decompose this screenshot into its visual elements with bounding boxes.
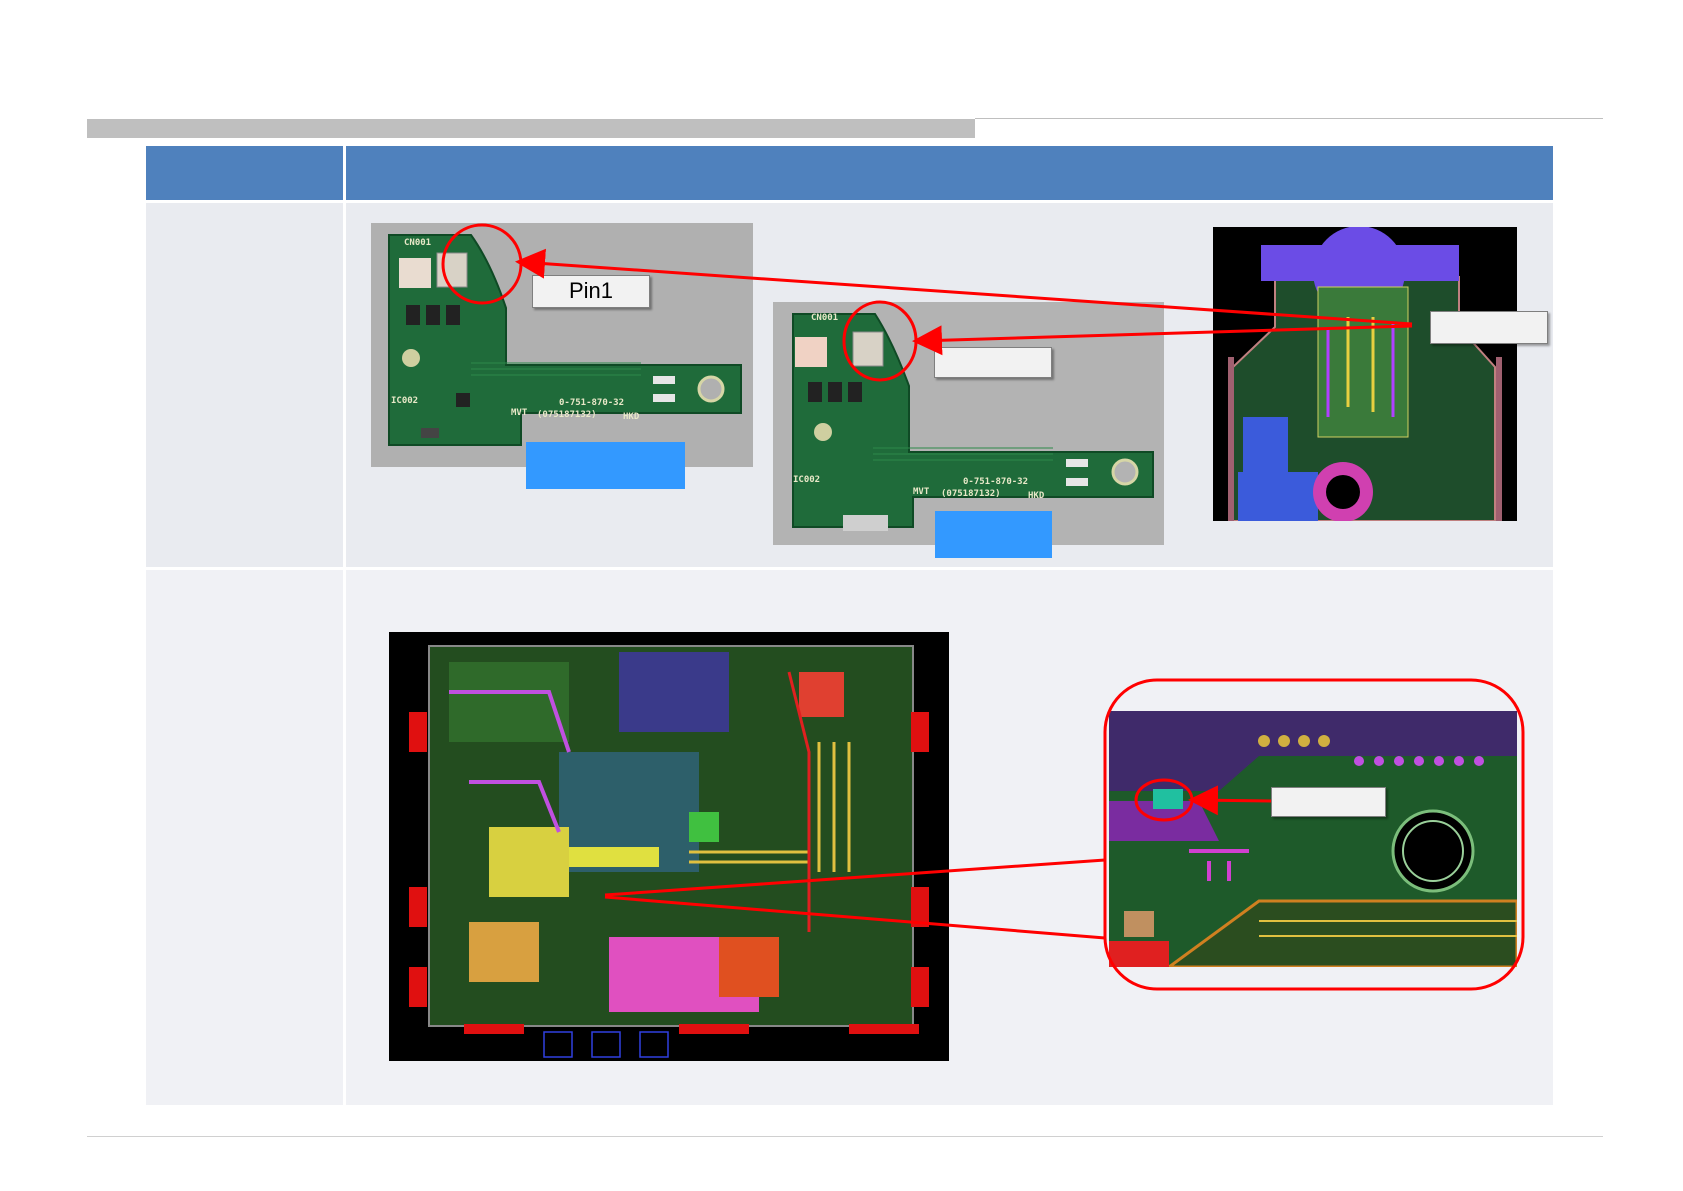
blank-callout-photo2 bbox=[934, 347, 1052, 378]
svg-text:0-751-870-32: 0-751-870-32 bbox=[559, 398, 624, 408]
blue-label-top bbox=[526, 442, 685, 489]
svg-text:0-751-870-32: 0-751-870-32 bbox=[963, 477, 1028, 487]
pcb-layout-zoom bbox=[1109, 711, 1517, 967]
row1-label-cell bbox=[146, 203, 343, 567]
pcb-photo-top: CN001 IC002 0-751-870-32 (075187132) MVT… bbox=[371, 223, 753, 467]
svg-text:(075187132): (075187132) bbox=[537, 410, 597, 420]
svg-text:IC002: IC002 bbox=[793, 475, 820, 485]
svg-text:HKD: HKD bbox=[623, 412, 640, 422]
table-header-cell-1 bbox=[146, 146, 343, 200]
svg-text:HKD: HKD bbox=[1028, 491, 1045, 501]
pcb-photo-bottom: CN001 IC002 0-751-870-32 (075187132) MVT… bbox=[773, 302, 1164, 545]
svg-text:CN001: CN001 bbox=[811, 313, 838, 323]
blank-callout-closeup bbox=[1430, 311, 1548, 344]
svg-text:MVT: MVT bbox=[913, 487, 930, 497]
pin1-callout-text: Pin1 bbox=[568, 278, 614, 303]
pcb-layout-main bbox=[389, 632, 949, 1061]
svg-text:(075187132): (075187132) bbox=[941, 489, 1001, 499]
blank-callout-zoom bbox=[1271, 787, 1386, 817]
row2-label-cell bbox=[146, 570, 343, 1105]
svg-text:CN001: CN001 bbox=[404, 238, 431, 248]
title-bar bbox=[87, 119, 975, 138]
pin1-callout: Pin1 bbox=[532, 275, 650, 308]
top-rule bbox=[975, 118, 1603, 119]
table-header-cell-2 bbox=[346, 146, 1553, 200]
bottom-rule bbox=[87, 1136, 1603, 1137]
blue-label-bottom bbox=[935, 511, 1052, 558]
svg-text:IC002: IC002 bbox=[391, 396, 418, 406]
svg-text:MVT: MVT bbox=[511, 408, 528, 418]
pcb-layout-closeup bbox=[1213, 227, 1517, 521]
